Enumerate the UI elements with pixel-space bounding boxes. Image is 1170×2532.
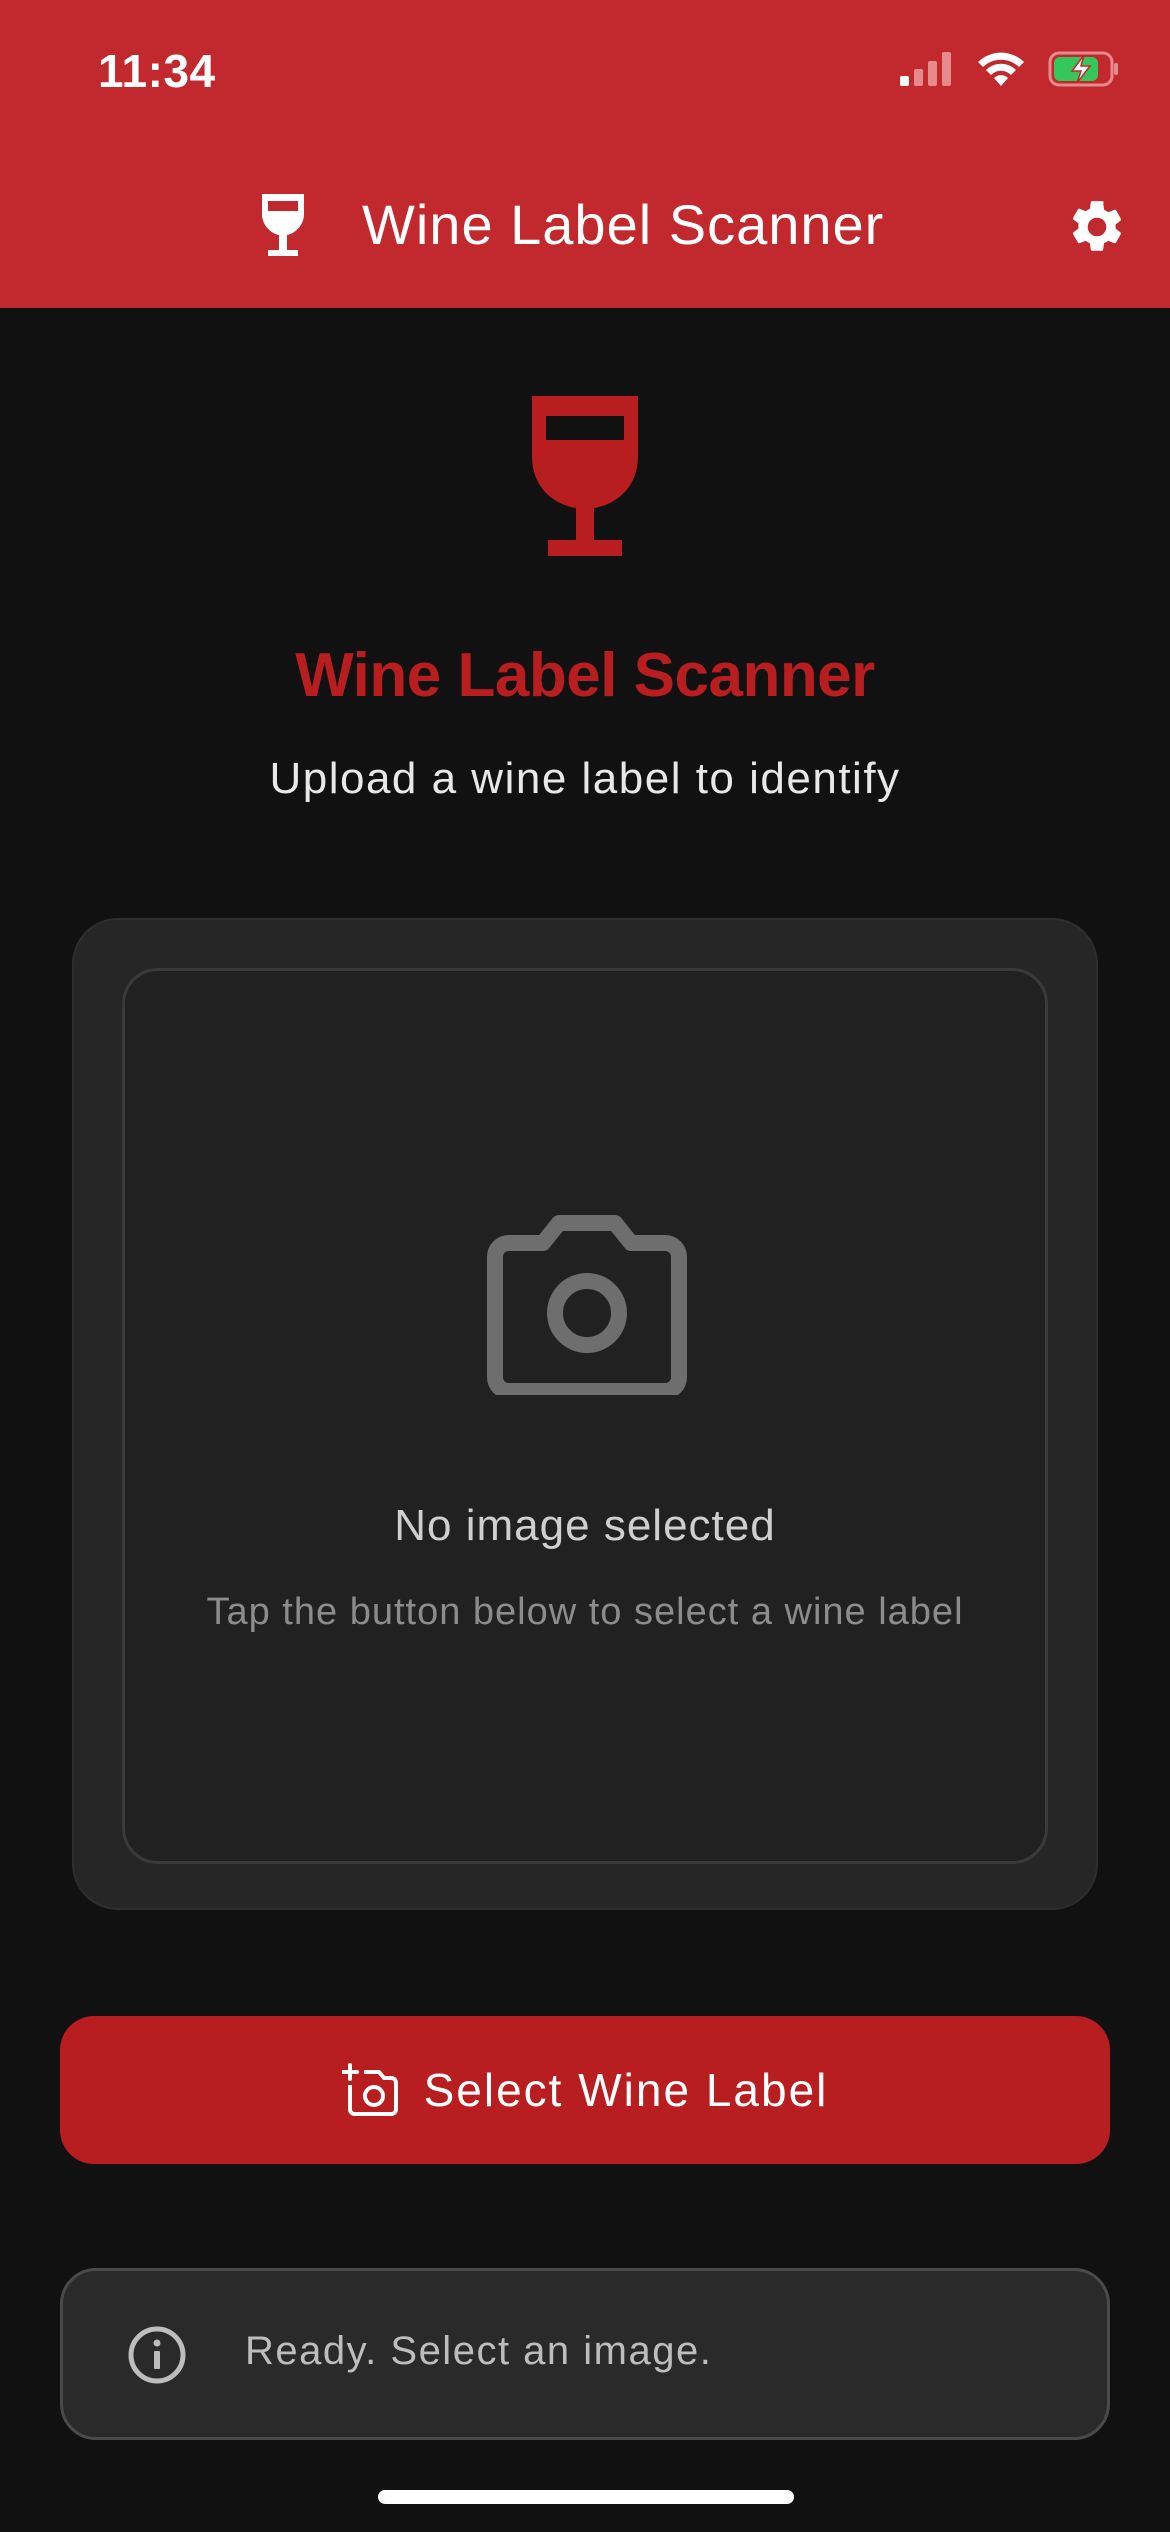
hero-subtitle: Upload a wine label to identify: [269, 754, 901, 803]
status-icons: [898, 50, 1120, 88]
select-wine-label-button[interactable]: Select Wine Label: [60, 2016, 1110, 2164]
status-time: 11:34: [98, 45, 216, 97]
wine-glass-icon: [262, 194, 304, 256]
image-placeholder[interactable]: No image selected Tap the button below t…: [122, 968, 1048, 1864]
camera-icon: [487, 1215, 687, 1395]
status-message: Ready. Select an image.: [245, 2329, 713, 2373]
home-indicator[interactable]: [378, 2490, 794, 2504]
info-icon: [128, 2326, 186, 2384]
title-row: Wine Label Scanner: [0, 180, 1170, 270]
empty-hint: Tap the button below to select a wine la…: [206, 1591, 964, 1633]
select-button-label: Select Wine Label: [423, 2064, 829, 2116]
battery-charging-icon: [1048, 51, 1118, 87]
app-bar: 11:34 Wine Label Scanner: [0, 0, 1170, 308]
status-panel: Ready. Select an image.: [60, 2268, 1110, 2440]
wifi-icon: [978, 52, 1024, 86]
hero-title: Wine Label Scanner: [295, 641, 875, 710]
gear-icon[interactable]: [1066, 196, 1128, 258]
image-card: No image selected Tap the button below t…: [72, 918, 1098, 1910]
empty-title: No image selected: [394, 1501, 776, 1550]
cellular-signal-icon: [900, 52, 951, 86]
add-photo-icon: [341, 2063, 398, 2116]
app-title: Wine Label Scanner: [362, 193, 885, 256]
wine-glass-icon: [532, 396, 638, 556]
